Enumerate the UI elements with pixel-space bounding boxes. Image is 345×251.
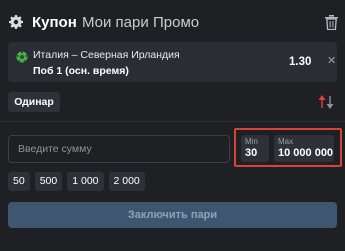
bet-type-single[interactable]: Одинар	[8, 92, 60, 112]
divider	[0, 121, 345, 122]
max-limit[interactable]: Max 10 000 000	[274, 135, 334, 162]
bet-limits: Min 30 Max 10 000 000	[234, 128, 342, 167]
max-label: Max	[278, 137, 294, 146]
tab-promo[interactable]: Промо	[153, 14, 199, 32]
close-icon[interactable]: ✕	[327, 56, 336, 67]
match-name[interactable]: Италия – Северная Ирландия	[33, 49, 180, 61]
coupon-header: Купон Мои пари Промо	[0, 0, 345, 44]
football-icon	[16, 50, 28, 63]
quick-amount-button[interactable]: 500	[34, 172, 63, 191]
quick-amount-button[interactable]: 1 000	[67, 172, 104, 191]
gear-icon[interactable]	[9, 15, 23, 29]
quick-amount-button[interactable]: 50	[8, 172, 30, 191]
trash-icon[interactable]	[325, 15, 338, 31]
bet-odds: 1.30	[289, 56, 312, 68]
tab-coupon[interactable]: Купон	[32, 14, 77, 32]
sort-arrows-icon[interactable]	[318, 94, 334, 110]
min-value: 30	[245, 147, 258, 159]
place-bet-button[interactable]: Заключить пари	[8, 202, 337, 228]
bet-outcome: Поб 1 (осн. время)	[33, 65, 129, 77]
quick-amounts: 50 500 1 000 2 000	[8, 172, 145, 191]
max-value: 10 000 000	[278, 147, 334, 159]
min-label: Min	[245, 137, 258, 146]
bet-card: Италия – Северная Ирландия Поб 1 (осн. в…	[8, 42, 337, 82]
coupon-panel: Купон Мои пари Промо Италия – Северная И…	[0, 0, 345, 251]
min-limit[interactable]: Min 30	[241, 135, 269, 162]
amount-input[interactable]	[8, 135, 230, 163]
tab-my-bets[interactable]: Мои пари	[82, 14, 149, 32]
quick-amount-button[interactable]: 2 000	[108, 172, 145, 191]
